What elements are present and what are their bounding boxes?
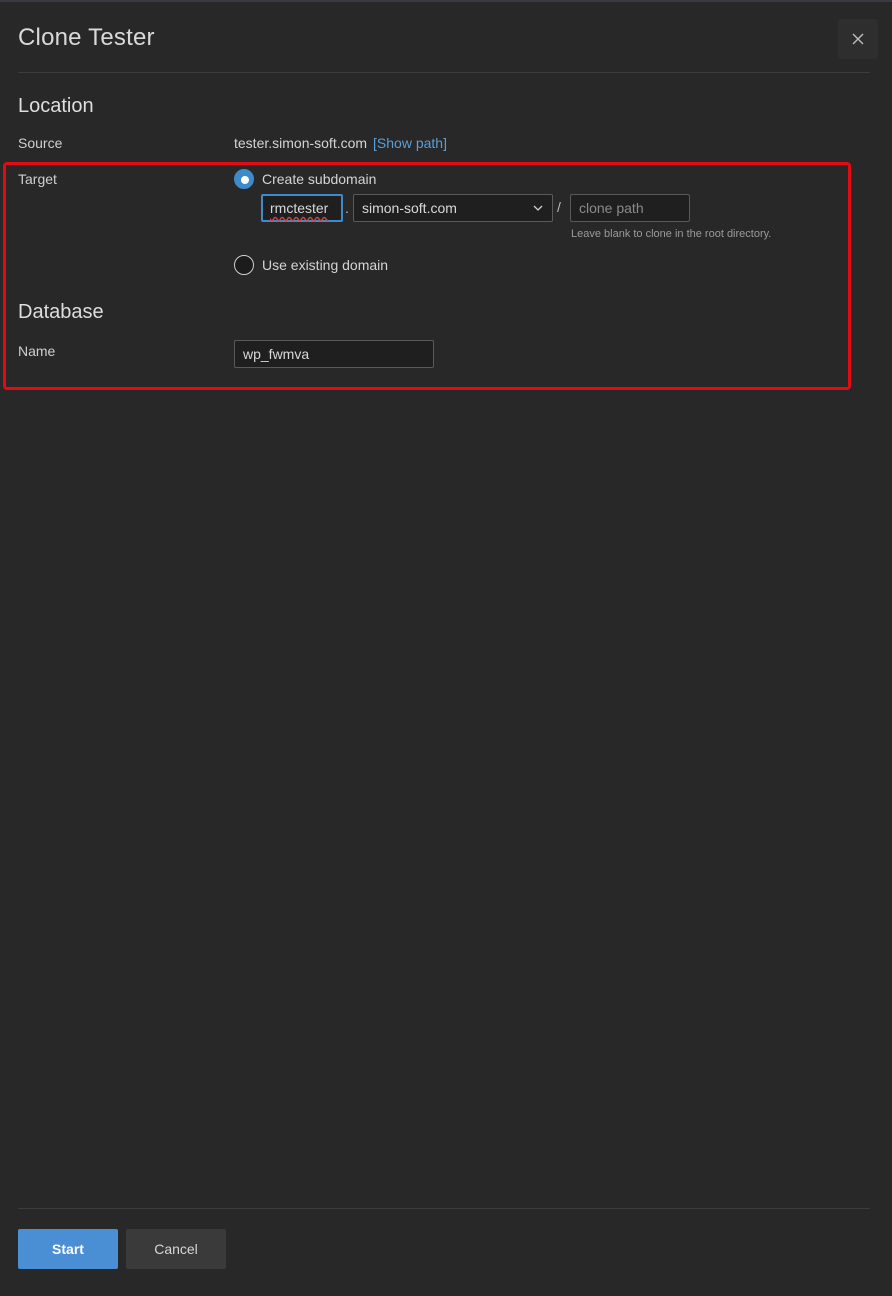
dot-separator: .: [345, 200, 349, 216]
source-label: Source: [18, 135, 63, 151]
clone-path-input[interactable]: [570, 194, 690, 222]
location-heading: Location: [18, 95, 94, 117]
subdomain-input[interactable]: rmctester: [261, 194, 343, 222]
clone-path-hint: Leave blank to clone in the root directo…: [571, 228, 772, 240]
footer-divider: [18, 1208, 870, 1209]
database-name-label: Name: [18, 343, 56, 359]
chevron-down-icon: [533, 205, 543, 211]
use-existing-domain-option[interactable]: Use existing domain: [234, 255, 388, 275]
cancel-button[interactable]: Cancel: [126, 1229, 226, 1269]
use-existing-domain-label: Use existing domain: [262, 257, 389, 273]
database-name-input[interactable]: [234, 340, 434, 368]
domain-select[interactable]: simon-soft.com: [353, 194, 553, 222]
domain-select-value: simon-soft.com: [362, 200, 457, 216]
create-subdomain-option[interactable]: Create subdomain: [234, 169, 376, 189]
close-icon: [852, 33, 864, 45]
create-subdomain-radio[interactable]: [234, 169, 254, 189]
close-button[interactable]: [838, 19, 878, 59]
use-existing-domain-radio[interactable]: [234, 255, 254, 275]
dialog-title: Clone Tester: [18, 24, 155, 51]
header-divider: [18, 72, 870, 73]
source-value: tester.simon-soft.com [Show path]: [234, 135, 447, 151]
start-button[interactable]: Start: [18, 1229, 118, 1269]
source-domain: tester.simon-soft.com: [234, 135, 368, 151]
database-heading: Database: [18, 301, 104, 323]
slash-separator: /: [557, 199, 561, 215]
clone-dialog: Clone Tester Location Source tester.simo…: [0, 0, 892, 1296]
subdomain-value: rmctester: [270, 200, 329, 216]
show-path-link[interactable]: [Show path]: [373, 135, 447, 151]
create-subdomain-label: Create subdomain: [262, 171, 377, 187]
target-label: Target: [18, 171, 57, 187]
